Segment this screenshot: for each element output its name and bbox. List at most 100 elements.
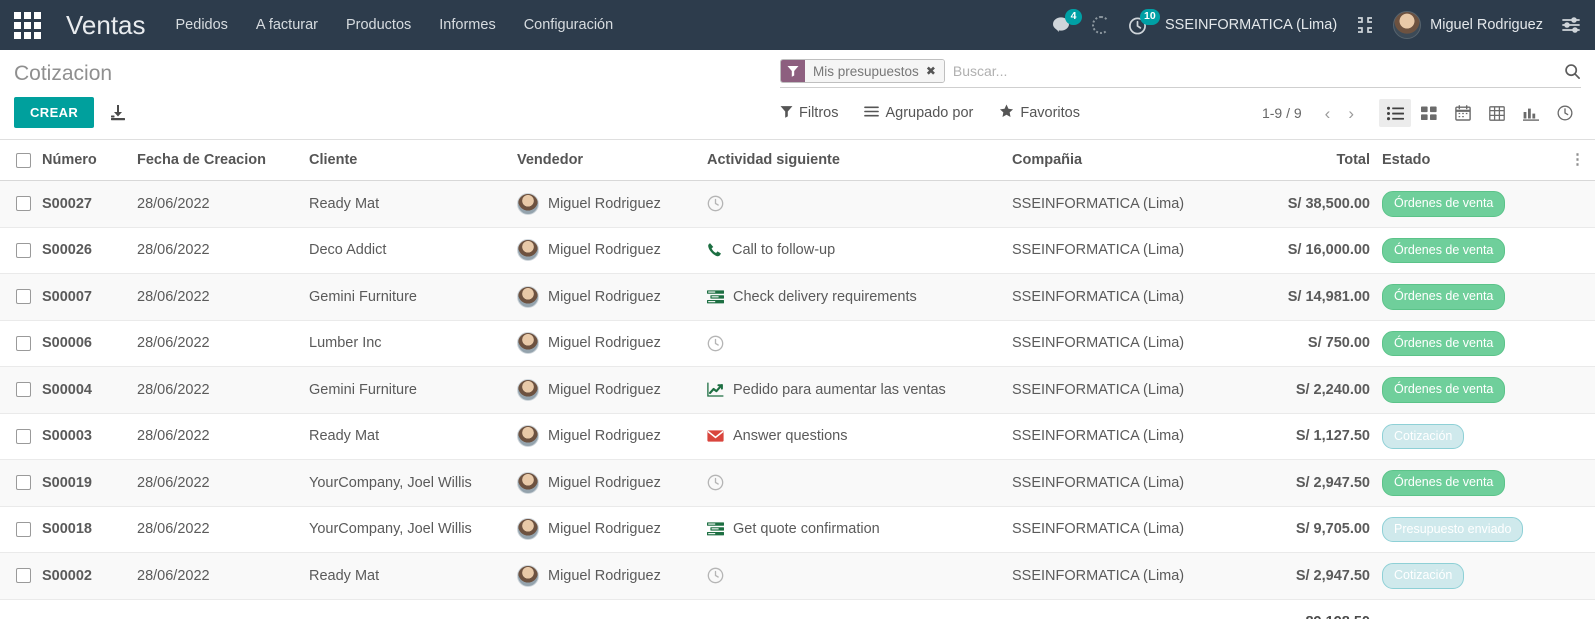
clock-icon[interactable] [707,195,724,212]
cell-actividad-label: Answer questions [733,428,848,445]
table-row[interactable]: S00002 28/06/2022 Ready Mat Miguel Rodrigue… [0,552,1595,600]
cell-actividad[interactable]: Call to follow-up [707,227,1012,274]
row-checkbox[interactable] [16,521,31,537]
table-row[interactable]: S00004 28/06/2022 Gemini Furniture Miguel R… [0,366,1595,414]
cell-actividad[interactable]: Answer questions [707,413,1012,460]
row-checkbox[interactable] [16,475,31,491]
row-checkbox[interactable] [16,196,31,212]
cell-numero[interactable]: S00027 [42,180,137,228]
menu-item-a-facturar[interactable]: A facturar [256,17,318,33]
search-facet[interactable]: Mis presupuestos ✖ [780,59,945,83]
cell-numero[interactable]: S00007 [42,273,137,321]
import-download-icon[interactable] [108,103,128,123]
kanban-view-icon[interactable] [1413,99,1445,127]
create-button[interactable]: CREAR [14,97,95,128]
table-row[interactable]: S00018 28/06/2022 YourCompany, Joel Willis… [0,506,1595,553]
cell-vendedor-label: Miguel Rodriguez [548,428,661,445]
row-checkbox[interactable] [16,382,31,398]
select-all-checkbox[interactable] [16,152,31,168]
row-checkbox[interactable] [16,242,31,258]
favorites-button[interactable]: Favoritos [999,104,1080,122]
cell-total: S/ 750.00 [1244,320,1370,367]
calendar-view-icon[interactable] [1447,99,1479,127]
tasks-list-icon[interactable] [707,290,724,304]
cell-actividad[interactable] [707,320,1012,367]
cell-actividad[interactable]: Get quote confirmation [707,506,1012,553]
column-header-estado[interactable]: Estado [1370,140,1570,181]
cell-numero[interactable]: S00019 [42,459,137,507]
clock-icon[interactable] [707,335,724,352]
cell-actividad[interactable] [707,459,1012,507]
table-row[interactable]: S00006 28/06/2022 Lumber Inc Miguel Rodrigu… [0,320,1595,367]
row-checkbox[interactable] [16,335,31,351]
chevron-right-icon[interactable]: › [1341,103,1361,124]
cell-numero[interactable]: S00002 [42,552,137,600]
column-header-vendedor[interactable]: Vendedor [517,140,707,181]
phone-icon[interactable] [707,242,723,258]
cell-vendedor-label: Miguel Rodriguez [548,288,661,305]
row-checkbox[interactable] [16,289,31,305]
envelope-icon[interactable] [707,429,724,443]
clock-icon[interactable] [707,474,724,491]
cell-numero[interactable]: S00018 [42,506,137,553]
row-checkbox[interactable] [16,568,31,584]
fullscreen-toggle-icon[interactable] [1355,15,1375,35]
column-header-fecha[interactable]: Fecha de Creacion [137,140,309,181]
filter-funnel-icon [780,105,793,122]
column-header-total[interactable]: Total [1244,140,1370,181]
clock-icon[interactable] [707,567,724,584]
row-select-cell [0,413,42,460]
menu-item-informes[interactable]: Informes [439,17,495,33]
cell-actividad[interactable] [707,180,1012,228]
app-brand-title[interactable]: Ventas [66,10,146,41]
table-row[interactable]: S00027 28/06/2022 Ready Mat Miguel Rodrigue… [0,180,1595,228]
table-row[interactable]: S00019 28/06/2022 YourCompany, Joel Willis… [0,459,1595,507]
chat-bubble-icon[interactable]: 4 [1053,8,1083,35]
table-row[interactable]: S00007 28/06/2022 Gemini Furniture Miguel R… [0,273,1595,321]
cell-actividad[interactable]: Pedido para aumentar las ventas [707,366,1012,414]
menu-item-pedidos[interactable]: Pedidos [176,17,228,33]
view-switcher [1379,99,1581,127]
cell-vendedor: Miguel Rodriguez [517,506,707,553]
column-header-numero[interactable]: Número [42,140,137,181]
clock-icon[interactable]: 10 [1128,8,1160,35]
breadcrumb[interactable]: Cotizacion [14,50,128,86]
column-header-cliente[interactable]: Cliente [309,140,517,181]
pivot-view-icon[interactable] [1481,99,1513,127]
tasks-list-icon[interactable] [707,522,724,536]
user-menu[interactable]: Miguel Rodriguez [1393,11,1543,39]
chevron-left-icon[interactable]: ‹ [1318,103,1338,124]
avatar [517,471,539,494]
column-header-actividad[interactable]: Actividad siguiente [707,140,1012,181]
close-x-icon[interactable]: ✖ [926,64,936,78]
row-select-cell [0,459,42,507]
vertical-dots-icon[interactable]: ⋮ [1570,151,1585,168]
table-row[interactable]: S00003 28/06/2022 Ready Mat Miguel Rodrigue… [0,413,1595,460]
cell-actividad[interactable] [707,552,1012,600]
apps-grid-icon[interactable] [10,8,44,42]
graph-view-icon[interactable] [1515,99,1547,127]
menu-item-productos[interactable]: Productos [346,17,411,33]
magnifier-icon[interactable] [1556,63,1581,80]
cell-numero[interactable]: S00026 [42,227,137,274]
groupby-button[interactable]: Agrupado por [864,105,973,122]
activity-clock-view-icon[interactable] [1549,99,1581,127]
cell-vendedor: Miguel Rodriguez [517,273,707,321]
avatar [517,518,539,541]
company-switcher[interactable]: SSEINFORMATICA (Lima) [1165,17,1337,33]
column-header-compania[interactable]: Compañia [1012,140,1244,181]
search-bar[interactable]: Mis presupuestos ✖ [780,59,1581,88]
table-row[interactable]: S00026 28/06/2022 Deco Addict Miguel Rodrig… [0,227,1595,274]
cell-cliente: Ready Mat [309,552,517,600]
filters-button[interactable]: Filtros [780,105,838,122]
cell-numero[interactable]: S00003 [42,413,137,460]
search-input[interactable] [952,63,1556,79]
menu-item-configuracion[interactable]: Configuración [524,17,613,33]
cell-actividad[interactable]: Check delivery requirements [707,273,1012,321]
cell-numero[interactable]: S00004 [42,366,137,414]
line-chart-icon[interactable] [707,382,724,397]
cell-numero[interactable]: S00006 [42,320,137,367]
row-checkbox[interactable] [16,428,31,444]
sliders-icon[interactable] [1561,16,1581,34]
list-view-icon[interactable] [1379,99,1411,127]
